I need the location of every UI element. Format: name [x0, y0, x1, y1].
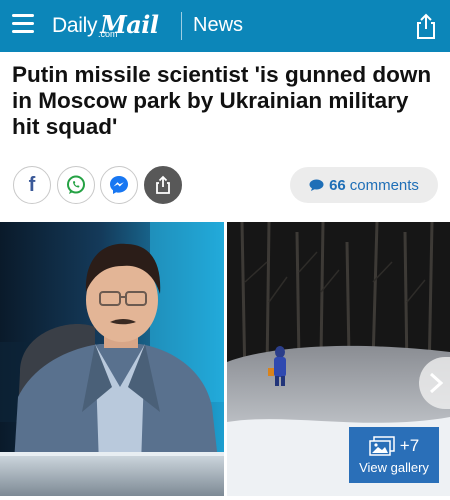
logo-com-text: .com — [98, 29, 118, 39]
gallery-count: +7 — [399, 436, 420, 455]
gallery-icon — [369, 436, 395, 456]
whatsapp-icon — [67, 175, 85, 194]
header-divider — [181, 12, 182, 40]
comments-label: comments — [349, 176, 419, 194]
view-gallery-button[interactable]: +7 View gallery — [349, 427, 439, 483]
gallery-label: View gallery — [359, 460, 429, 475]
more-share-button[interactable] — [144, 166, 182, 204]
comments-button[interactable]: 66 comments — [290, 167, 438, 203]
share-icon — [156, 175, 170, 194]
menu-icon[interactable] — [12, 14, 34, 36]
logo-daily-text: Daily — [52, 14, 98, 37]
chevron-right-icon — [429, 372, 443, 394]
facebook-icon: f — [28, 173, 36, 196]
messenger-icon — [110, 176, 128, 194]
share-icon[interactable] — [414, 12, 438, 40]
messenger-share-button[interactable] — [100, 166, 138, 204]
article-headline: Putin missile scientist 'is gunned down … — [12, 62, 432, 139]
facebook-share-button[interactable]: f — [13, 166, 51, 204]
daily-mail-logo[interactable]: Daily Mail — [52, 8, 159, 46]
scientist-photo[interactable] — [0, 222, 224, 496]
comment-bubble-icon — [309, 179, 324, 191]
whatsapp-share-button[interactable] — [57, 166, 95, 204]
section-title[interactable]: News — [193, 14, 243, 37]
site-header: Daily Mail .com News — [0, 0, 450, 52]
comments-count: 66 — [329, 176, 346, 194]
